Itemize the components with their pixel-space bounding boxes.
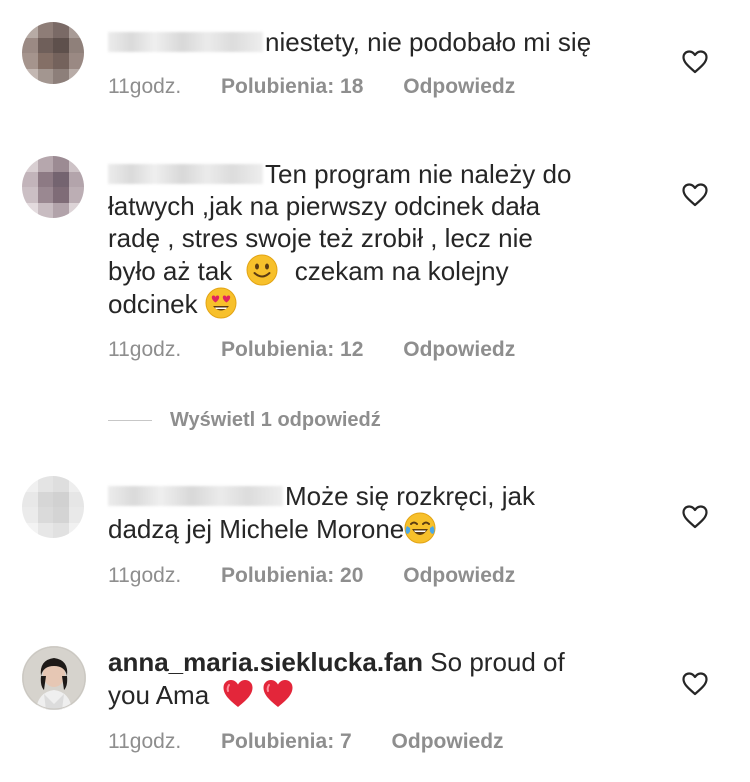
heart-outline-icon[interactable] bbox=[682, 183, 708, 207]
username-blurred[interactable] bbox=[108, 164, 263, 184]
reply-button[interactable]: Odpowiedz bbox=[403, 75, 515, 99]
username[interactable]: anna_maria.sieklucka.fan bbox=[108, 647, 423, 677]
slightly-smiling-face-emoji bbox=[246, 254, 278, 286]
red-heart-emoji bbox=[223, 680, 253, 707]
comment-text-line: radę , stres swoje też zrobił , lecz nie bbox=[108, 223, 533, 253]
timestamp: 11godz. bbox=[108, 75, 182, 98]
avatar[interactable] bbox=[22, 22, 84, 84]
comment-text-line: odcinek bbox=[108, 289, 198, 319]
likes-count[interactable]: Polubienia: 20 bbox=[221, 564, 363, 588]
profile-photo bbox=[22, 646, 86, 710]
reply-button[interactable]: Odpowiedz bbox=[403, 564, 515, 588]
likes-count[interactable]: Polubienia: 18 bbox=[221, 75, 363, 99]
view-replies-divider bbox=[108, 420, 152, 422]
comment-text-line: dadzą jej Michele Morone bbox=[108, 514, 405, 544]
avatar[interactable] bbox=[22, 156, 84, 218]
view-replies-button[interactable]: Wyświetl 1 odpowiedź bbox=[108, 408, 381, 432]
timestamp: 11godz. bbox=[108, 338, 182, 361]
likes-count[interactable]: Polubienia: 12 bbox=[221, 338, 363, 362]
comment-meta: 11godz. Polubienia: 18 Odpowiedz bbox=[108, 75, 515, 99]
heart-outline-icon[interactable] bbox=[682, 505, 708, 529]
username-blurred[interactable] bbox=[108, 32, 263, 52]
reply-button[interactable]: Odpowiedz bbox=[392, 730, 504, 754]
tears-of-joy-emoji bbox=[404, 512, 436, 544]
reply-button[interactable]: Odpowiedz bbox=[403, 338, 515, 362]
comment-text: Może się rozkręci, jak dadzą jej Michele… bbox=[108, 480, 638, 545]
comment-text-line: było aż tak bbox=[108, 256, 233, 286]
comment-text: niestety, nie podobało mi się bbox=[108, 26, 638, 58]
username-blurred[interactable] bbox=[108, 486, 283, 506]
comment-meta: 11godz. Polubienia: 7 Odpowiedz bbox=[108, 730, 504, 754]
heart-outline-icon[interactable] bbox=[682, 50, 708, 74]
comment-text: Ten program nie należy do łatwych ,jak n… bbox=[108, 158, 638, 320]
comment-text-line: Ten program nie należy do bbox=[265, 159, 572, 189]
heart-outline-icon[interactable] bbox=[682, 672, 708, 696]
avatar[interactable] bbox=[22, 646, 86, 710]
comment-text: anna_maria.sieklucka.fan So proud of you… bbox=[108, 646, 638, 711]
likes-count[interactable]: Polubienia: 7 bbox=[221, 730, 352, 754]
comment-meta: 11godz. Polubienia: 12 Odpowiedz bbox=[108, 338, 515, 362]
avatar[interactable] bbox=[22, 476, 84, 538]
comment-text-line: łatwych ,jak na pierwszy odcinek dała bbox=[108, 191, 541, 221]
timestamp: 11godz. bbox=[108, 564, 182, 587]
comment-text-line: niestety, nie podobało mi się bbox=[265, 27, 592, 57]
red-heart-emoji bbox=[263, 680, 293, 707]
comment-text-line: Może się rozkręci, jak bbox=[285, 481, 535, 511]
heart-eyes-emoji bbox=[205, 287, 237, 319]
comment-meta: 11godz. Polubienia: 20 Odpowiedz bbox=[108, 564, 515, 588]
view-replies-label: Wyświetl 1 odpowiedź bbox=[170, 409, 381, 431]
comment-text-line: czekam na kolejny bbox=[294, 256, 509, 286]
timestamp: 11godz. bbox=[108, 730, 182, 753]
comment-text-line: So proud of bbox=[430, 647, 565, 677]
comment-text-line: you Ama bbox=[108, 680, 210, 710]
